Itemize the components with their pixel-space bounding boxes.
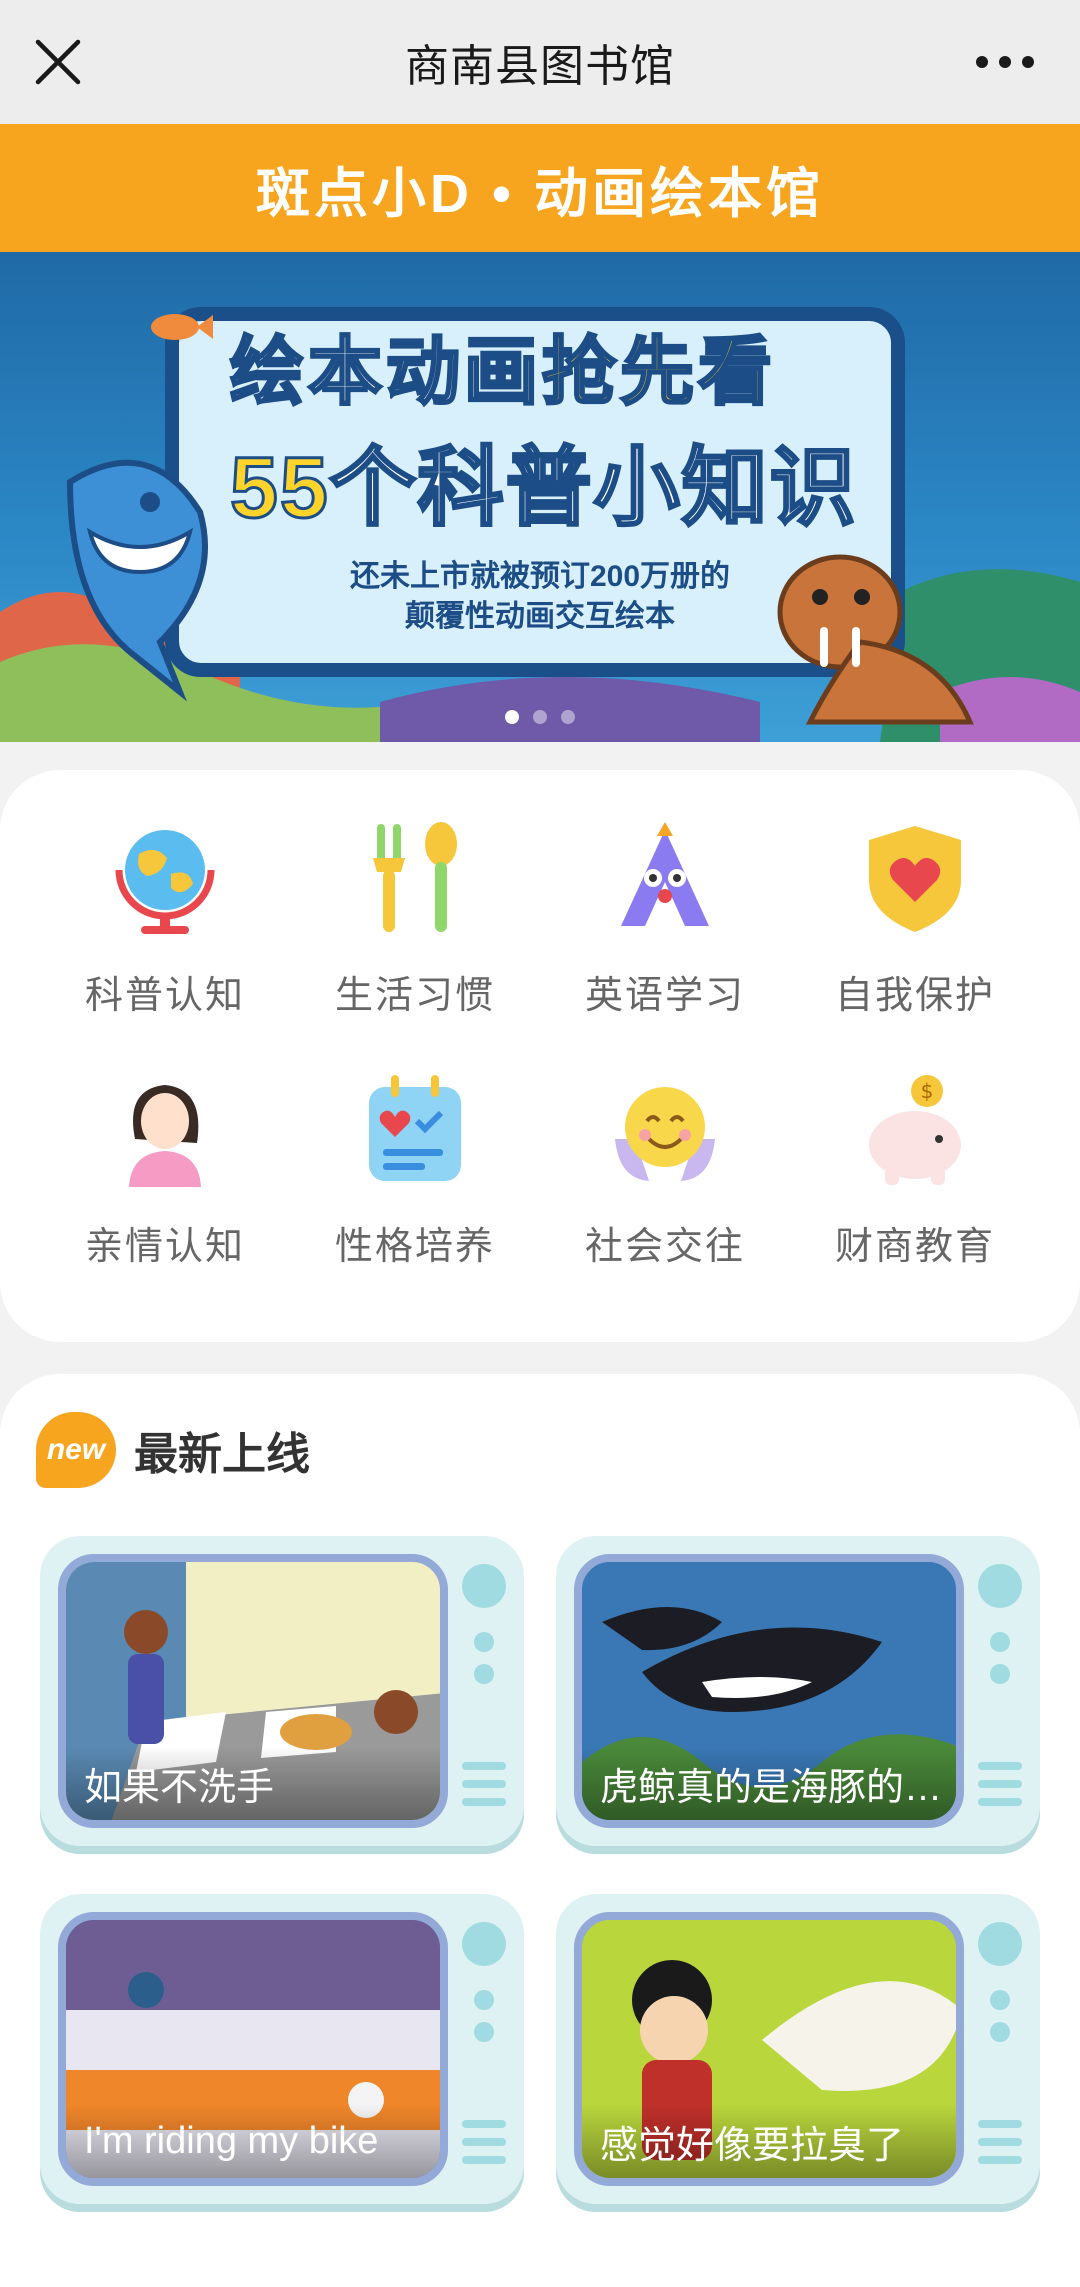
tv-dot — [474, 1632, 494, 1652]
book-card[interactable]: I'm riding my bike — [40, 1894, 524, 2204]
banner-description: 还未上市就被预订200万册的 颠覆性动画交互绘本 — [310, 557, 770, 637]
category-label: 生活习惯 — [334, 975, 495, 1017]
category-finance[interactable]: $ 财商教育 — [790, 1069, 1040, 1270]
tv-speaker — [978, 2120, 1022, 2128]
fork-spoon-icon — [373, 822, 457, 932]
nav-bar: 商南县图书馆 — [0, 0, 1080, 124]
book-card[interactable]: 虎鲸真的是海豚的… — [556, 1536, 1040, 1846]
carousel-dot[interactable] — [561, 710, 575, 724]
book-cover: 如果不洗手 — [58, 1554, 448, 1828]
book-cover: I'm riding my bike — [58, 1912, 448, 2186]
tv-speaker — [462, 2120, 506, 2128]
tv-speaker — [978, 2138, 1022, 2146]
brand-header: 斑点小D • 动画绘本馆 — [0, 124, 1080, 252]
banner-headline: 绘本动画抢先看 — [229, 312, 776, 419]
tv-dot — [474, 1990, 494, 2010]
shark-illustration — [66, 459, 208, 702]
banner-headline-b: 抢先看 — [541, 329, 776, 415]
category-social[interactable]: 社会交往 — [540, 1069, 790, 1270]
tv-knob — [978, 1922, 1022, 1966]
letter-a-icon — [621, 822, 709, 926]
tv-speaker — [462, 1762, 506, 1770]
category-self-protection[interactable]: 自我保护 — [790, 818, 1040, 1019]
tv-speaker — [462, 1798, 506, 1806]
category-label: 财商教育 — [834, 1226, 995, 1268]
book-title: I'm riding my bike — [66, 2104, 440, 2178]
walrus-illustration — [777, 554, 974, 725]
banner-headline-a: 绘本动画 — [229, 329, 542, 415]
section-title: 最新上线 — [134, 1430, 310, 1479]
globe-icon — [115, 830, 215, 934]
category-label: 英语学习 — [584, 975, 745, 1017]
tv-speaker — [978, 2156, 1022, 2164]
svg-text:$: $ — [921, 1079, 934, 1103]
banner-description-line1: 还未上市就被预订200万册的 — [349, 560, 731, 593]
page-title: 商南县图书馆 — [405, 42, 675, 91]
tv-speaker — [978, 1798, 1022, 1806]
tv-dot — [474, 1664, 494, 1684]
category-label: 自我保护 — [834, 975, 995, 1017]
book-card[interactable]: 感觉好像要拉臭了 — [556, 1894, 1040, 2204]
promo-banner[interactable]: 绘本动画抢先看 55个科普小知识 还未上市就被预订200万册的 颠覆性动画交互绘… — [0, 252, 1080, 742]
tv-speaker — [462, 2138, 506, 2146]
category-label: 性格培养 — [334, 1226, 495, 1268]
newest-section: new 最新上线 如果不洗手 虎鲸真的是海豚的… I'm riding my b… — [0, 1374, 1080, 2287]
tv-speaker — [978, 1762, 1022, 1770]
book-title: 感觉好像要拉臭了 — [582, 2104, 956, 2178]
mother-icon — [129, 1085, 201, 1187]
banner-description-line2: 颠覆性动画交互绘本 — [405, 600, 675, 633]
close-icon[interactable] — [30, 34, 86, 90]
category-label: 科普认知 — [84, 975, 245, 1017]
shield-heart-icon — [869, 826, 961, 932]
brand-title: 斑点小D • 动画绘本馆 — [256, 163, 824, 224]
carousel-dot[interactable] — [533, 710, 547, 724]
tv-dot — [990, 1990, 1010, 2010]
tv-dot — [990, 1632, 1010, 1652]
category-grid: 科普认知 生活习惯 英语学习 自我保护 亲情认知 性格培养 社会交往 $ 财商教… — [40, 818, 1040, 1270]
book-title: 虎鲸真的是海豚的… — [582, 1746, 956, 1820]
category-habits[interactable]: 生活习惯 — [290, 818, 540, 1019]
more-icon[interactable] — [970, 34, 1040, 90]
category-label: 亲情认知 — [84, 1226, 245, 1268]
book-cover: 感觉好像要拉臭了 — [574, 1912, 964, 2186]
banner-number: 55 — [229, 439, 330, 538]
tv-dot — [474, 2022, 494, 2042]
tv-knob — [462, 1564, 506, 1608]
carousel-indicator — [0, 710, 1080, 724]
calendar-heart-icon — [369, 1075, 461, 1181]
tv-speaker — [462, 2156, 506, 2164]
book-cover: 虎鲸真的是海豚的… — [574, 1554, 964, 1828]
category-panel: 科普认知 生活习惯 英语学习 自我保护 亲情认知 性格培养 社会交往 $ 财商教… — [0, 770, 1080, 1342]
tv-dot — [990, 1664, 1010, 1684]
fish-illustration — [151, 314, 213, 340]
category-label: 社会交往 — [584, 1226, 745, 1268]
tv-knob — [462, 1922, 506, 1966]
smile-face-icon — [615, 1087, 715, 1181]
piggy-bank-icon: $ — [869, 1075, 961, 1185]
new-badge-icon: new — [36, 1412, 116, 1488]
category-english[interactable]: 英语学习 — [540, 818, 790, 1019]
book-title: 如果不洗手 — [66, 1746, 440, 1820]
tv-speaker — [462, 1780, 506, 1788]
banner-subheadline-text: 个科普小知识 — [328, 439, 858, 538]
book-card[interactable]: 如果不洗手 — [40, 1536, 524, 1846]
section-header: new 最新上线 — [36, 1412, 310, 1488]
tv-speaker — [978, 1780, 1022, 1788]
category-science[interactable]: 科普认知 — [40, 818, 290, 1019]
category-character[interactable]: 性格培养 — [290, 1069, 540, 1270]
tv-dot — [990, 2022, 1010, 2042]
tv-knob — [978, 1564, 1022, 1608]
carousel-dot-active[interactable] — [505, 710, 519, 724]
banner-subheadline: 55个科普小知识 — [229, 417, 858, 542]
category-family[interactable]: 亲情认知 — [40, 1069, 290, 1270]
